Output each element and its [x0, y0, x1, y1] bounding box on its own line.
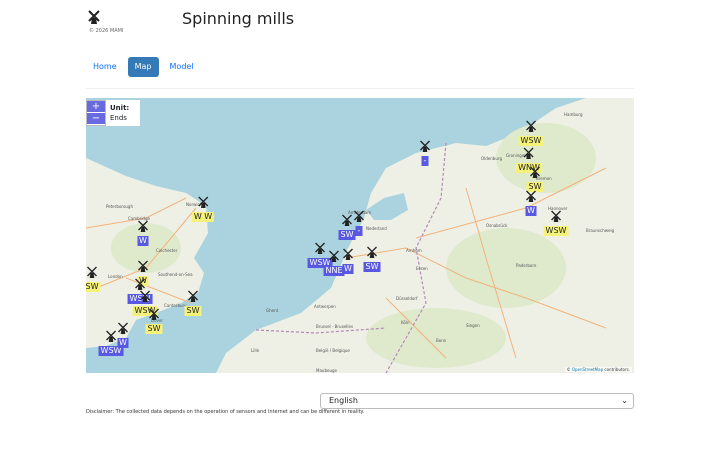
mill-marker[interactable]: WSW [518, 118, 544, 146]
windmill-icon [148, 306, 161, 325]
zoom-in-button[interactable]: + [87, 101, 105, 113]
place-label: Brussel - Bruxelles [316, 324, 354, 329]
mill-marker[interactable]: W [342, 246, 355, 274]
windmill-icon [187, 288, 200, 307]
mill-marker[interactable]: SW [86, 264, 101, 292]
place-label: Canterbury [164, 303, 187, 308]
osm-link[interactable]: OpenStreetMap [572, 367, 603, 372]
wind-direction-label: SW [86, 282, 101, 292]
unit-title: Unit: [110, 104, 130, 112]
language-selected: English [329, 396, 358, 405]
place-label: Essen [416, 266, 428, 271]
windmill-icon [550, 208, 563, 227]
mill-marker[interactable]: W [137, 218, 150, 246]
wind-direction-label: W [117, 338, 129, 348]
wind-direction-label: W W [191, 212, 215, 222]
zoom-control: + − [86, 100, 106, 126]
place-label: Bonn [436, 338, 447, 343]
mill-marker[interactable]: SW [184, 288, 202, 316]
place-label: België / Belgique [316, 348, 350, 353]
chevron-down-icon: ⌄ [621, 396, 628, 405]
attribution-text: contributors. [603, 367, 630, 372]
place-label: Arnhem [406, 248, 422, 253]
place-label: Peterborough [106, 204, 134, 209]
wind-direction-label: - [421, 156, 429, 166]
wind-direction-label: SW [145, 324, 163, 334]
mill-marker[interactable]: SW [363, 244, 381, 272]
place-label: Colchester [156, 248, 178, 253]
windmill-icon [86, 264, 99, 283]
zoom-out-button[interactable]: − [87, 113, 105, 125]
map-view[interactable]: + − Unit: Ends Hamburg Peterborough Norwic… [86, 98, 634, 373]
main-nav: Home Map Model [86, 57, 201, 77]
windmill-icon [342, 246, 355, 265]
place-label: Nederland [366, 226, 387, 231]
wind-direction-label: W [525, 206, 537, 216]
place-label: Braunschweig [586, 228, 615, 233]
map-attribution: © OpenStreetMap contributors. [564, 367, 632, 372]
nav-map[interactable]: Map [127, 57, 159, 77]
place-label: London [108, 274, 123, 279]
wind-direction-label: W [137, 236, 149, 246]
place-label: Siegen [466, 323, 480, 328]
mill-marker[interactable]: WSW [543, 208, 569, 236]
place-label: Düsseldorf [396, 296, 418, 301]
windmill-icon [366, 244, 379, 263]
windmill-icon [137, 258, 150, 277]
place-label: Köln [401, 320, 410, 325]
disclaimer-text: Disclaimer: The collected data depends o… [86, 409, 365, 415]
windmill-icon [353, 208, 366, 227]
place-label: Southend-on-Sea [158, 272, 193, 277]
language-select[interactable]: English ⌄ [320, 393, 634, 409]
windmill-logo-icon [88, 10, 100, 24]
windmill-icon [328, 248, 341, 267]
mill-marker[interactable]: - [353, 208, 366, 236]
mill-marker[interactable]: W [117, 320, 130, 348]
unit-value: Ends [110, 114, 127, 122]
place-label: Lille [251, 348, 260, 353]
nav-home[interactable]: Home [86, 57, 124, 77]
windmill-icon [419, 138, 432, 157]
place-label: Oldenburg [481, 156, 502, 161]
windmill-icon [525, 118, 538, 137]
wind-direction-label: - [355, 226, 363, 236]
page-title: Spinning mills [182, 9, 295, 28]
windmill-icon [197, 194, 210, 213]
place-label: Ghent [266, 308, 279, 313]
mill-marker[interactable]: W W [191, 194, 215, 222]
wind-direction-label: W [342, 264, 354, 274]
wind-direction-label: SW [363, 262, 381, 272]
windmill-icon [523, 145, 536, 164]
nav-divider [86, 88, 634, 89]
nav-model[interactable]: Model [163, 57, 201, 77]
wind-direction-label: SW [184, 306, 202, 316]
place-label: Paderborn [516, 263, 537, 268]
windmill-icon [525, 188, 538, 207]
windmill-icon [137, 218, 150, 237]
mill-marker[interactable]: W [525, 188, 538, 216]
copyright-text: © 2026 MAMI [89, 28, 124, 34]
mill-marker[interactable]: - [419, 138, 432, 166]
windmill-icon [117, 320, 130, 339]
unit-legend: Unit: Ends [106, 100, 140, 126]
wind-direction-label: WSW [543, 226, 569, 236]
place-label: Maubeuge [316, 368, 337, 373]
windmill-icon [529, 164, 542, 183]
place-label: Antwerpen [314, 304, 336, 309]
mill-marker[interactable]: SW [145, 306, 163, 334]
place-label: Hamburg [564, 112, 583, 117]
windmill-icon [139, 288, 152, 307]
place-label: Osnabrück [486, 223, 508, 228]
